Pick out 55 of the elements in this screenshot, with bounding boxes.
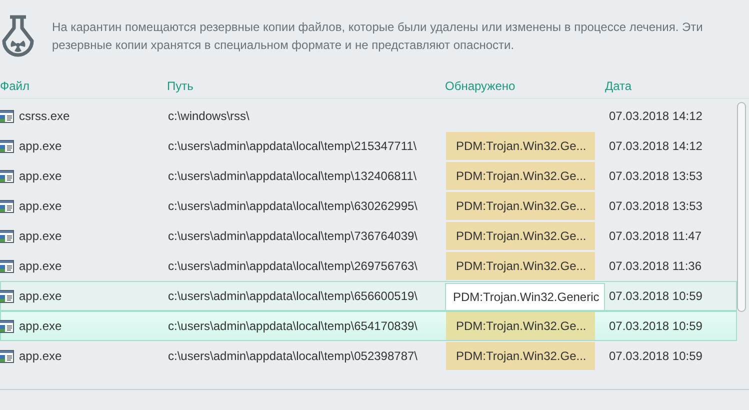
window-file-icon: [0, 290, 14, 302]
table-row[interactable]: app.exe c:\users\admin\appdata\local\temp\132406811\ PDM:Trojan.Win32.Ge... 07.03.2018 13:53: [0, 161, 737, 191]
window-file-icon: [0, 230, 14, 242]
file-name: app.exe: [19, 259, 62, 273]
file-name: app.exe: [19, 139, 62, 153]
table-row[interactable]: app.exe c:\users\admin\appdata\local\temp\215347711\ PDM:Trojan.Win32.Ge... 07.03.2018 14:12: [0, 131, 737, 161]
description-text: На карантин помещаются резервные копии файлов, которые были удалены или изменены в процессе лечения. Эти резервные копии хранятся в специальном формате и не представляют опасности.: [52, 19, 704, 54]
file-path: c:\users\admin\appdata\local\temp\630262995\: [168, 199, 418, 213]
file-name: app.exe: [19, 319, 62, 333]
table-row[interactable]: app.exe c:\users\admin\appdata\local\temp\269756763\ PDM:Trojan.Win32.Ge... 07.03.2018 11:36: [0, 251, 737, 281]
table-row[interactable]: app.exe c:\users\admin\appdata\local\temp\052398787\ PDM:Trojan.Win32.Ge... 07.03.2018 10:59: [0, 341, 737, 371]
window-file-icon: [0, 200, 14, 212]
scrollbar-thumb[interactable]: [737, 102, 746, 312]
detection-cell: PDM:Trojan.Win32.Ge...: [446, 222, 595, 250]
file-path: c:\users\admin\appdata\local\temp\052398787\: [168, 349, 418, 363]
table-row[interactable]: app.exe c:\users\admin\appdata\local\temp\654170839\ PDM:Trojan.Win32.Ge... 07.03.2018 10:59: [0, 311, 737, 341]
table-row[interactable]: app.exe c:\users\admin\appdata\local\temp\630262995\ PDM:Trojan.Win32.Ge... 07.03.2018 13:53: [0, 191, 737, 221]
file-path: c:\users\admin\appdata\local\temp\132406811\: [168, 169, 418, 183]
file-name: app.exe: [19, 229, 62, 243]
detection-cell: PDM:Trojan.Win32.Ge...: [446, 342, 595, 370]
tooltip: PDM:Trojan.Win32.Generic: [445, 283, 606, 311]
date-text: 07.03.2018 14:12: [608, 109, 704, 123]
window-file-icon: [0, 110, 14, 122]
file-name: app.exe: [19, 349, 62, 363]
file-path: c:\windows\rss\: [168, 109, 250, 123]
date-text: 07.03.2018 13:53: [608, 169, 704, 183]
table-row[interactable]: csrss.exe c:\windows\rss\ 07.03.2018 14:12: [0, 101, 737, 131]
date-text: 07.03.2018 10:59: [608, 289, 704, 303]
file-path: c:\users\admin\appdata\local\temp\269756763\: [168, 259, 418, 273]
table-row[interactable]: app.exe c:\users\admin\appdata\local\temp\736764039\ PDM:Trojan.Win32.Ge... 07.03.2018 11:47: [0, 221, 737, 251]
detection-cell: PDM:Trojan.Win32.Ge...: [446, 162, 595, 190]
window-file-icon: [0, 260, 14, 272]
detection-cell: PDM:Trojan.Win32.Ge...: [446, 252, 595, 280]
date-text: 07.03.2018 10:59: [608, 349, 704, 363]
date-text: 07.03.2018 14:12: [608, 139, 704, 153]
file-path: c:\users\admin\appdata\local\temp\656600519\: [168, 289, 418, 303]
file-path: c:\users\admin\appdata\local\temp\654170839\: [168, 319, 418, 333]
date-text: 07.03.2018 10:59: [608, 319, 704, 333]
file-name: app.exe: [19, 199, 62, 213]
detection-cell: PDM:Trojan.Win32.Ge...: [446, 132, 595, 160]
detection-cell: PDM:Trojan.Win32.Ge...: [446, 192, 595, 220]
file-name: csrss.exe: [19, 109, 70, 123]
window-file-icon: [0, 320, 14, 332]
window-file-icon: [0, 170, 14, 182]
file-name: app.exe: [19, 169, 62, 183]
date-text: 07.03.2018 11:47: [608, 229, 703, 243]
window-file-icon: [0, 350, 14, 362]
file-path: c:\users\admin\appdata\local\temp\215347711\: [168, 139, 418, 153]
date-text: 07.03.2018 11:36: [608, 259, 703, 273]
window-file-icon: [0, 140, 14, 152]
date-text: 07.03.2018 13:53: [608, 199, 704, 213]
detection-cell: PDM:Trojan.Win32.Ge...: [446, 312, 595, 340]
table-row[interactable]: app.exe c:\users\admin\appdata\local\temp\656600519\ PDM:Trojan.Win32.Generic 07.03.2018 10:59: [0, 281, 737, 311]
file-name: app.exe: [19, 289, 62, 303]
file-path: c:\users\admin\appdata\local\temp\736764039\: [168, 229, 418, 243]
